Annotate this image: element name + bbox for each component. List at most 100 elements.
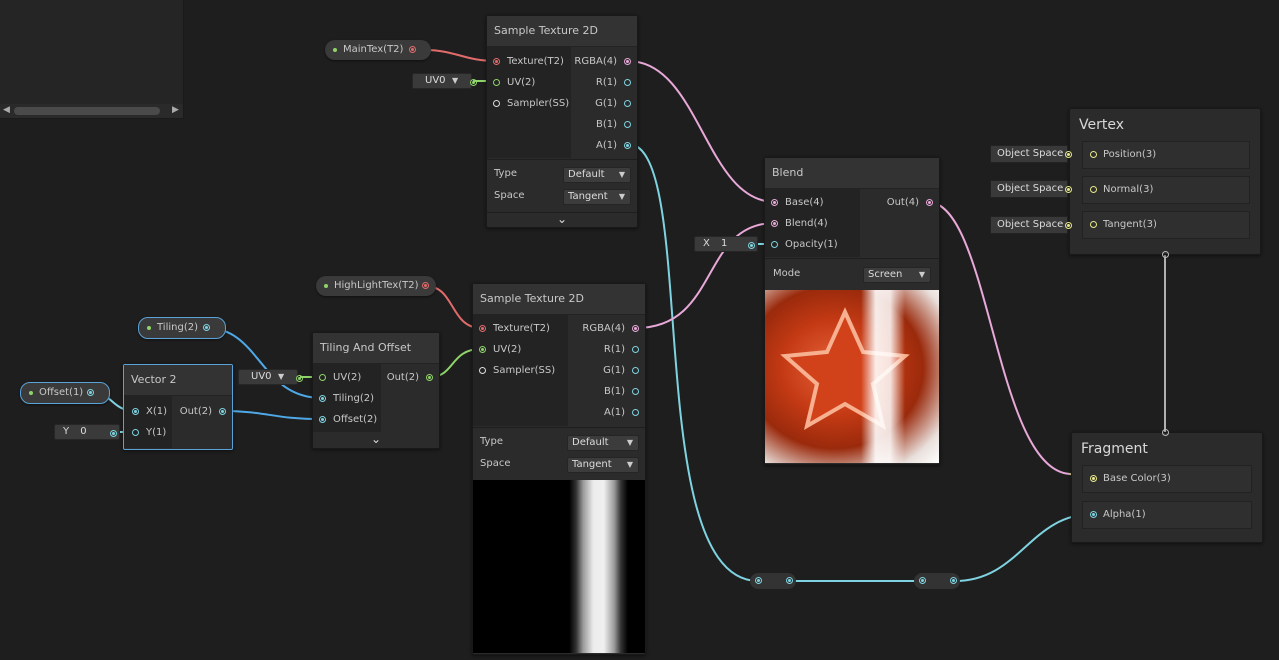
reroute-node-2[interactable] <box>914 573 960 589</box>
port-dot-icon[interactable] <box>624 142 631 149</box>
g-output-port[interactable]: G(1) <box>603 363 639 379</box>
flow-in-port[interactable] <box>1162 429 1169 436</box>
horizontal-scrollbar[interactable]: ◀ ▶ <box>0 104 183 118</box>
scroll-left-icon[interactable]: ◀ <box>3 105 10 115</box>
uv0-field-port[interactable] <box>296 375 303 382</box>
space-dropdown[interactable]: Tangent ▼ <box>563 189 631 205</box>
type-dropdown[interactable]: Default ▼ <box>567 435 639 451</box>
b-output-port[interactable]: B(1) <box>604 384 639 400</box>
port-dot-icon[interactable] <box>632 409 639 416</box>
tiling-and-offset-node[interactable]: Tiling And Offset UV(2) Tiling(2) Offset… <box>312 332 440 449</box>
highlighttex-out-port[interactable] <box>422 282 429 289</box>
node-title[interactable]: Sample Texture 2D <box>487 16 637 47</box>
b-output-port[interactable]: B(1) <box>596 117 631 133</box>
offset-input-port[interactable]: Offset(2) <box>319 412 377 428</box>
port-dot-icon[interactable] <box>632 367 639 374</box>
collapse-chevron-icon[interactable]: ⌄ <box>313 432 439 446</box>
position-space-port[interactable] <box>1065 151 1072 158</box>
a-output-port[interactable]: A(1) <box>596 138 631 154</box>
port-dot-icon[interactable] <box>632 388 639 395</box>
port-dot-icon[interactable] <box>132 408 139 415</box>
scroll-right-icon[interactable]: ▶ <box>172 105 179 115</box>
flow-out-port[interactable] <box>1162 251 1169 258</box>
maintex-out-port[interactable] <box>409 46 416 53</box>
port-dot-icon[interactable] <box>624 58 631 65</box>
sampler-input-port[interactable]: Sampler(SS) <box>479 363 555 379</box>
normal-slot[interactable]: Normal(3) <box>1082 176 1250 204</box>
port-dot-icon[interactable] <box>479 367 486 374</box>
tiling-input-port[interactable]: Tiling(2) <box>319 391 374 407</box>
sample-texture-node-1[interactable]: Sample Texture 2D Texture(T2) UV(2) Samp… <box>486 15 638 228</box>
port-dot-icon[interactable] <box>219 408 226 415</box>
y-input-port[interactable]: Y(1) <box>132 425 166 441</box>
reroute-out-port[interactable] <box>786 577 793 584</box>
blend-input-port[interactable]: Blend(4) <box>771 216 828 232</box>
collapse-chevron-icon[interactable]: ⌄ <box>487 212 637 226</box>
base-color-slot[interactable]: Base Color(3) <box>1082 465 1252 493</box>
space-dropdown[interactable]: Tangent ▼ <box>567 457 639 473</box>
wire-maintex-texture[interactable] <box>424 49 496 62</box>
rgba-output-port[interactable]: RGBA(4) <box>582 321 639 337</box>
opacity-input-port[interactable]: Opacity(1) <box>771 237 838 253</box>
scrollbar-thumb[interactable] <box>14 107 160 115</box>
alpha-slot[interactable]: Alpha(1) <box>1082 501 1252 529</box>
position-space-field[interactable]: Object Space <box>990 145 1068 163</box>
texture-input-port[interactable]: Texture(T2) <box>479 321 550 337</box>
port-dot-icon[interactable] <box>1090 475 1097 482</box>
port-dot-icon[interactable] <box>319 374 326 381</box>
uv0-inline-field[interactable]: UV0 ▼ <box>412 73 472 89</box>
port-dot-icon[interactable] <box>426 374 433 381</box>
port-dot-icon[interactable] <box>1090 221 1097 228</box>
port-dot-icon[interactable] <box>624 79 631 86</box>
a-output-port[interactable]: A(1) <box>604 405 639 421</box>
r-output-port[interactable]: R(1) <box>596 75 631 91</box>
rgba-output-port[interactable]: RGBA(4) <box>574 54 631 70</box>
r-output-port[interactable]: R(1) <box>604 342 639 358</box>
reroute-out-port[interactable] <box>950 577 957 584</box>
blend-node[interactable]: Blend Base(4) Blend(4) Opacity(1) Out(4)… <box>764 157 940 465</box>
tangent-space-field[interactable]: Object Space <box>990 216 1068 234</box>
out-output-port[interactable]: Out(2) <box>180 404 226 420</box>
tiling-out-port[interactable] <box>203 324 210 331</box>
wire-alpha-reroute[interactable] <box>627 143 759 582</box>
opacity-field-port[interactable] <box>748 242 755 249</box>
node-title[interactable]: Sample Texture 2D <box>473 284 645 315</box>
reroute-node-1[interactable] <box>750 573 796 589</box>
port-dot-icon[interactable] <box>624 100 631 107</box>
vector2-node[interactable]: Vector 2 X(1) Y(1) Out(2) <box>123 364 233 450</box>
port-dot-icon[interactable] <box>624 121 631 128</box>
uv-input-port[interactable]: UV(2) <box>479 342 521 358</box>
wire-vector2-offset[interactable] <box>219 410 323 420</box>
sampler-input-port[interactable]: Sampler(SS) <box>493 96 569 112</box>
offset-property-node[interactable]: Offset(1) <box>20 382 110 404</box>
g-output-port[interactable]: G(1) <box>595 96 631 112</box>
port-dot-icon[interactable] <box>926 199 933 206</box>
reroute-in-port[interactable] <box>755 577 762 584</box>
sample-texture-node-2[interactable]: Sample Texture 2D Texture(T2) UV(2) Samp… <box>472 283 646 655</box>
node-title[interactable]: Tiling And Offset <box>313 333 439 364</box>
position-slot[interactable]: Position(3) <box>1082 141 1250 169</box>
port-dot-icon[interactable] <box>632 325 639 332</box>
fragment-context[interactable]: Fragment Base Color(3) Alpha(1) <box>1071 429 1263 543</box>
tangent-space-port[interactable] <box>1065 222 1072 229</box>
vertex-context[interactable]: Vertex Position(3) Normal(3) Tangent(3) <box>1069 108 1261 258</box>
y-field-port[interactable] <box>110 430 117 437</box>
mode-dropdown[interactable]: Screen ▼ <box>863 267 931 283</box>
normal-space-port[interactable] <box>1065 186 1072 193</box>
wire-rgba-blend-base[interactable] <box>627 60 776 203</box>
port-dot-icon[interactable] <box>493 58 500 65</box>
texture-input-port[interactable]: Texture(T2) <box>493 54 564 70</box>
maintex-property-node[interactable]: MainTex(T2) <box>325 40 431 60</box>
tiling-property-node[interactable]: Tiling(2) <box>138 317 226 339</box>
port-dot-icon[interactable] <box>319 416 326 423</box>
port-dot-icon[interactable] <box>632 346 639 353</box>
uv0-field-port[interactable] <box>470 79 477 86</box>
port-dot-icon[interactable] <box>771 241 778 248</box>
port-dot-icon[interactable] <box>771 199 778 206</box>
context-title[interactable]: Fragment <box>1072 433 1262 465</box>
tangent-slot[interactable]: Tangent(3) <box>1082 211 1250 239</box>
node-title[interactable]: Blend <box>765 158 939 189</box>
base-input-port[interactable]: Base(4) <box>771 195 824 211</box>
port-dot-icon[interactable] <box>493 79 500 86</box>
type-dropdown[interactable]: Default ▼ <box>563 167 631 183</box>
